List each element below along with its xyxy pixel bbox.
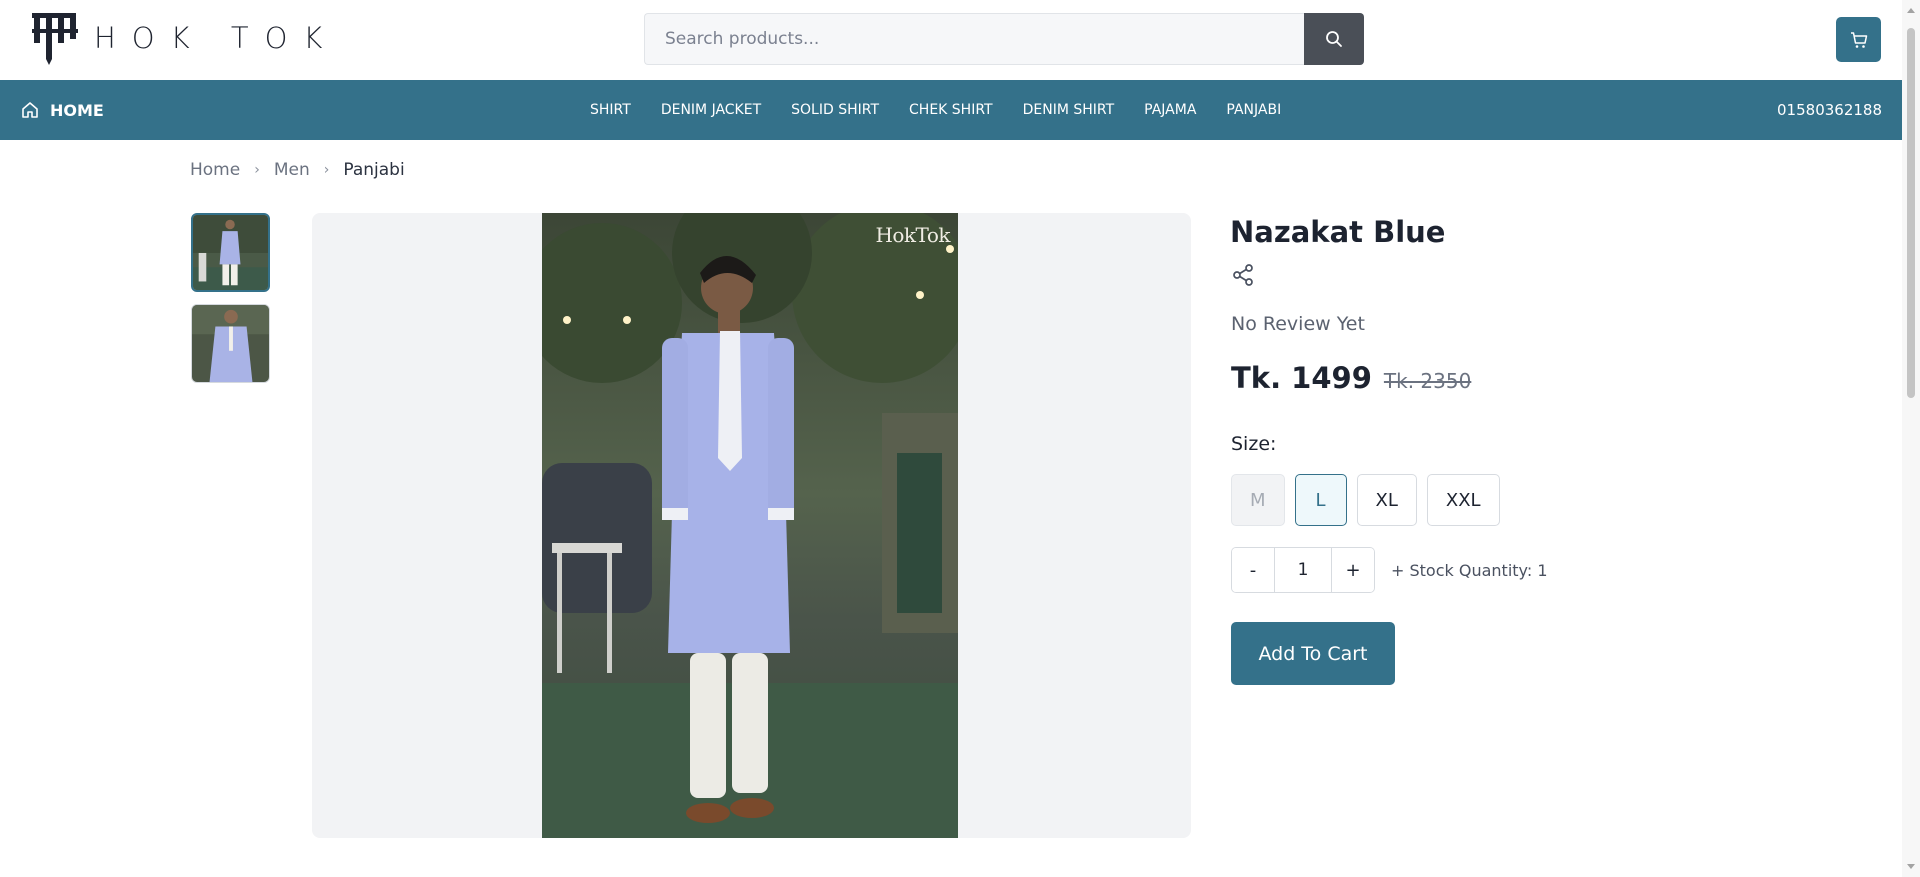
- nav-links: SHIRT DENIM JACKET SOLID SHIRT CHEK SHIR…: [590, 80, 1311, 140]
- home-icon: [22, 102, 38, 118]
- thumbnail-image-2: [192, 305, 269, 382]
- page-scrollbar[interactable]: [1902, 0, 1920, 877]
- breadcrumb: Home › Men › Panjabi: [190, 160, 405, 180]
- logo[interactable]: HOK TOK: [30, 8, 338, 68]
- nav-link-denim-shirt[interactable]: DENIM SHIRT: [1023, 102, 1115, 118]
- quantity-increase-button[interactable]: +: [1332, 548, 1374, 592]
- product-title: Nazakat Blue: [1230, 215, 1446, 249]
- quantity-stepper: - 1 +: [1231, 547, 1375, 593]
- size-label: Size:: [1231, 433, 1277, 455]
- scroll-up-arrow-icon[interactable]: [1907, 8, 1915, 13]
- price-row: Tk. 1499 Tk. 2350: [1231, 361, 1471, 395]
- breadcrumb-current: Panjabi: [343, 160, 405, 180]
- nav-home-link[interactable]: HOME: [20, 80, 104, 140]
- nav-link-shirt[interactable]: SHIRT: [590, 102, 631, 118]
- nav-link-panjabi[interactable]: PANJABI: [1226, 102, 1281, 118]
- current-price: Tk. 1499: [1231, 361, 1372, 395]
- cart-icon: [1850, 31, 1867, 48]
- main-nav: HOME SHIRT DENIM JACKET SOLID SHIRT CHEK…: [0, 80, 1902, 140]
- size-option-m[interactable]: M: [1231, 474, 1285, 526]
- nav-link-solid-shirt[interactable]: SOLID SHIRT: [791, 102, 879, 118]
- breadcrumb-home[interactable]: Home: [190, 160, 240, 180]
- size-option-xxl[interactable]: XXL: [1426, 474, 1500, 526]
- logo-mark-icon: [32, 13, 78, 65]
- size-option-xl[interactable]: XL: [1356, 474, 1417, 526]
- quantity-row: - 1 + + Stock Quantity: 1: [1231, 547, 1548, 593]
- chevron-right-icon: ›: [323, 162, 330, 178]
- search-bar: [644, 13, 1364, 65]
- search-icon: [1326, 31, 1342, 47]
- search-button[interactable]: [1304, 13, 1364, 65]
- review-status: No Review Yet: [1231, 313, 1365, 335]
- nav-link-pajama[interactable]: PAJAMA: [1144, 102, 1196, 118]
- original-price: Tk. 2350: [1383, 369, 1472, 393]
- header: HOK TOK: [0, 0, 1902, 80]
- nav-home-label: HOME: [50, 100, 104, 120]
- quantity-decrease-button[interactable]: -: [1232, 548, 1274, 592]
- product-photo: [542, 213, 958, 838]
- scroll-down-arrow-icon[interactable]: [1907, 864, 1915, 869]
- cart-button[interactable]: [1836, 17, 1881, 62]
- size-option-l[interactable]: L: [1294, 474, 1347, 526]
- chevron-right-icon: ›: [254, 162, 260, 178]
- size-options: M L XL XXL: [1231, 474, 1500, 526]
- thumbnail-image-1: [193, 215, 268, 290]
- breadcrumb-men[interactable]: Men: [274, 160, 310, 180]
- share-icon[interactable]: [1231, 263, 1255, 287]
- product-thumbnail-2[interactable]: [191, 304, 270, 383]
- nav-link-chek-shirt[interactable]: CHEK SHIRT: [909, 102, 993, 118]
- nav-phone[interactable]: 01580362188: [1777, 80, 1882, 140]
- search-input[interactable]: [644, 13, 1304, 65]
- image-watermark: HokTok: [875, 223, 950, 247]
- add-to-cart-button[interactable]: Add To Cart: [1231, 622, 1395, 685]
- logo-text: HOK TOK: [94, 21, 339, 55]
- quantity-value[interactable]: 1: [1274, 548, 1332, 592]
- scrollbar-thumb[interactable]: [1907, 28, 1915, 398]
- product-thumbnail-1[interactable]: [191, 213, 270, 292]
- stock-quantity: + Stock Quantity: 1: [1391, 560, 1548, 580]
- product-main-image[interactable]: HokTok: [542, 213, 958, 838]
- nav-link-denim-jacket[interactable]: DENIM JACKET: [661, 102, 761, 118]
- main-image-container: HokTok: [312, 213, 1191, 838]
